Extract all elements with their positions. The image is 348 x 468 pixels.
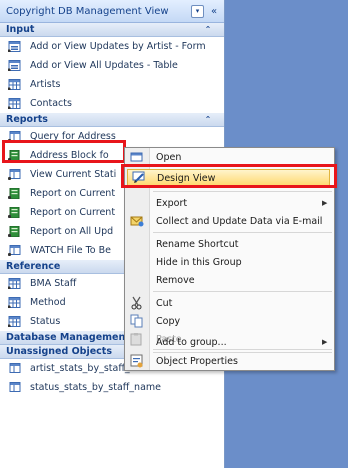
menu-item-object-properties[interactable]: Object Properties <box>125 352 334 370</box>
menu-item-label: Collect and Update Data via E-mail <box>156 215 323 227</box>
group-label: Input <box>6 24 35 35</box>
nav-item-label: Status <box>30 316 61 327</box>
report-icon <box>8 207 21 218</box>
query-icon <box>8 382 21 393</box>
menu-item-label: Copy <box>156 315 181 327</box>
nav-item-label: Report on Current <box>30 188 116 199</box>
nav-item-label: Artists <box>30 79 61 90</box>
submenu-arrow-icon: ▶ <box>322 199 328 207</box>
nav-item[interactable]: Add or View Updates by Artist - Form <box>0 37 224 56</box>
nav-item-label: BMA Staff <box>30 278 77 289</box>
nav-item-label: Report on Current <box>30 207 116 218</box>
menu-item-label: Object Properties <box>156 355 238 367</box>
nav-pane-title: Copyright DB Management View <box>6 5 169 17</box>
email-icon <box>125 212 149 230</box>
menu-item-rename-shortcut[interactable]: Rename Shortcut <box>125 235 334 253</box>
collapse-caret-icon[interactable]: ⌃ <box>198 25 218 34</box>
menu-separator <box>153 232 332 233</box>
nav-menu-dropdown-icon[interactable]: ▾ <box>191 4 204 18</box>
table-icon <box>8 79 21 90</box>
menu-item-remove[interactable]: Remove <box>125 271 334 289</box>
blank-icon <box>125 235 149 253</box>
blank-icon <box>125 271 149 289</box>
highlight-outline-selected-item <box>2 140 126 163</box>
report-icon <box>8 226 21 237</box>
group-header-reports[interactable]: Reports ⌃ <box>0 113 224 127</box>
nav-item-label: WATCH File To Be <box>30 245 111 256</box>
query-icon <box>8 245 21 256</box>
table-icon <box>8 316 21 327</box>
nav-item-label: Report on All Upd <box>30 226 114 237</box>
scissors-icon <box>125 294 149 312</box>
table-icon <box>8 98 21 109</box>
nav-item[interactable]: status_stats_by_staff_name <box>0 378 224 397</box>
nav-item-label: status_stats_by_staff_name <box>30 382 161 393</box>
menu-item-label: Cut <box>156 297 173 309</box>
nav-item[interactable]: Contacts <box>0 94 224 113</box>
copy-icon <box>125 312 149 330</box>
menu-item-label: Remove <box>156 274 195 286</box>
form-icon <box>8 60 21 71</box>
blank-icon <box>125 194 149 212</box>
nav-item[interactable]: Artists <box>0 75 224 94</box>
nav-item[interactable]: Add or View All Updates - Table <box>0 56 224 75</box>
blank-icon <box>125 333 149 351</box>
table-icon <box>8 297 21 308</box>
form-icon <box>8 41 21 52</box>
nav-pane-header[interactable]: Copyright DB Management View ▾ « <box>0 0 224 23</box>
nav-item-label: Contacts <box>30 98 72 109</box>
nav-item-label: Method <box>30 297 66 308</box>
highlight-outline-design-view <box>121 164 337 188</box>
nav-item-label: Add or View Updates by Artist - Form <box>30 41 206 52</box>
menu-item-export[interactable]: Export ▶ <box>125 194 334 212</box>
menu-item-copy[interactable]: Copy <box>125 312 334 330</box>
menu-item-label: Open <box>156 151 182 163</box>
menu-separator <box>153 191 332 192</box>
menu-item-label: Export <box>156 197 188 209</box>
menu-item-label: Rename Shortcut <box>156 238 239 250</box>
menu-item-add-to-group[interactable]: Add to group... ▶ <box>125 333 334 351</box>
query-icon <box>8 363 21 374</box>
group-header-input[interactable]: Input ⌃ <box>0 23 224 37</box>
menu-separator <box>153 291 332 292</box>
shutter-bar-close-icon[interactable]: « <box>207 6 221 17</box>
report-icon <box>8 188 21 199</box>
nav-item-label: View Current Stati <box>30 169 117 180</box>
nav-item-label: Add or View All Updates - Table <box>30 60 178 71</box>
menu-item-hide-in-group[interactable]: Hide in this Group <box>125 253 334 271</box>
menu-item-label: Hide in this Group <box>156 256 242 268</box>
collapse-caret-icon[interactable]: ⌃ <box>198 115 218 124</box>
group-label: Reports <box>6 114 48 125</box>
table-icon <box>8 278 21 289</box>
query-icon <box>8 169 21 180</box>
submenu-arrow-icon: ▶ <box>322 338 328 346</box>
menu-item-cut[interactable]: Cut <box>125 294 334 312</box>
menu-item-collect-update-email[interactable]: Collect and Update Data via E-mail <box>125 212 334 230</box>
blank-icon <box>125 253 149 271</box>
menu-item-label: Add to group... <box>156 336 227 348</box>
properties-icon <box>125 352 149 370</box>
